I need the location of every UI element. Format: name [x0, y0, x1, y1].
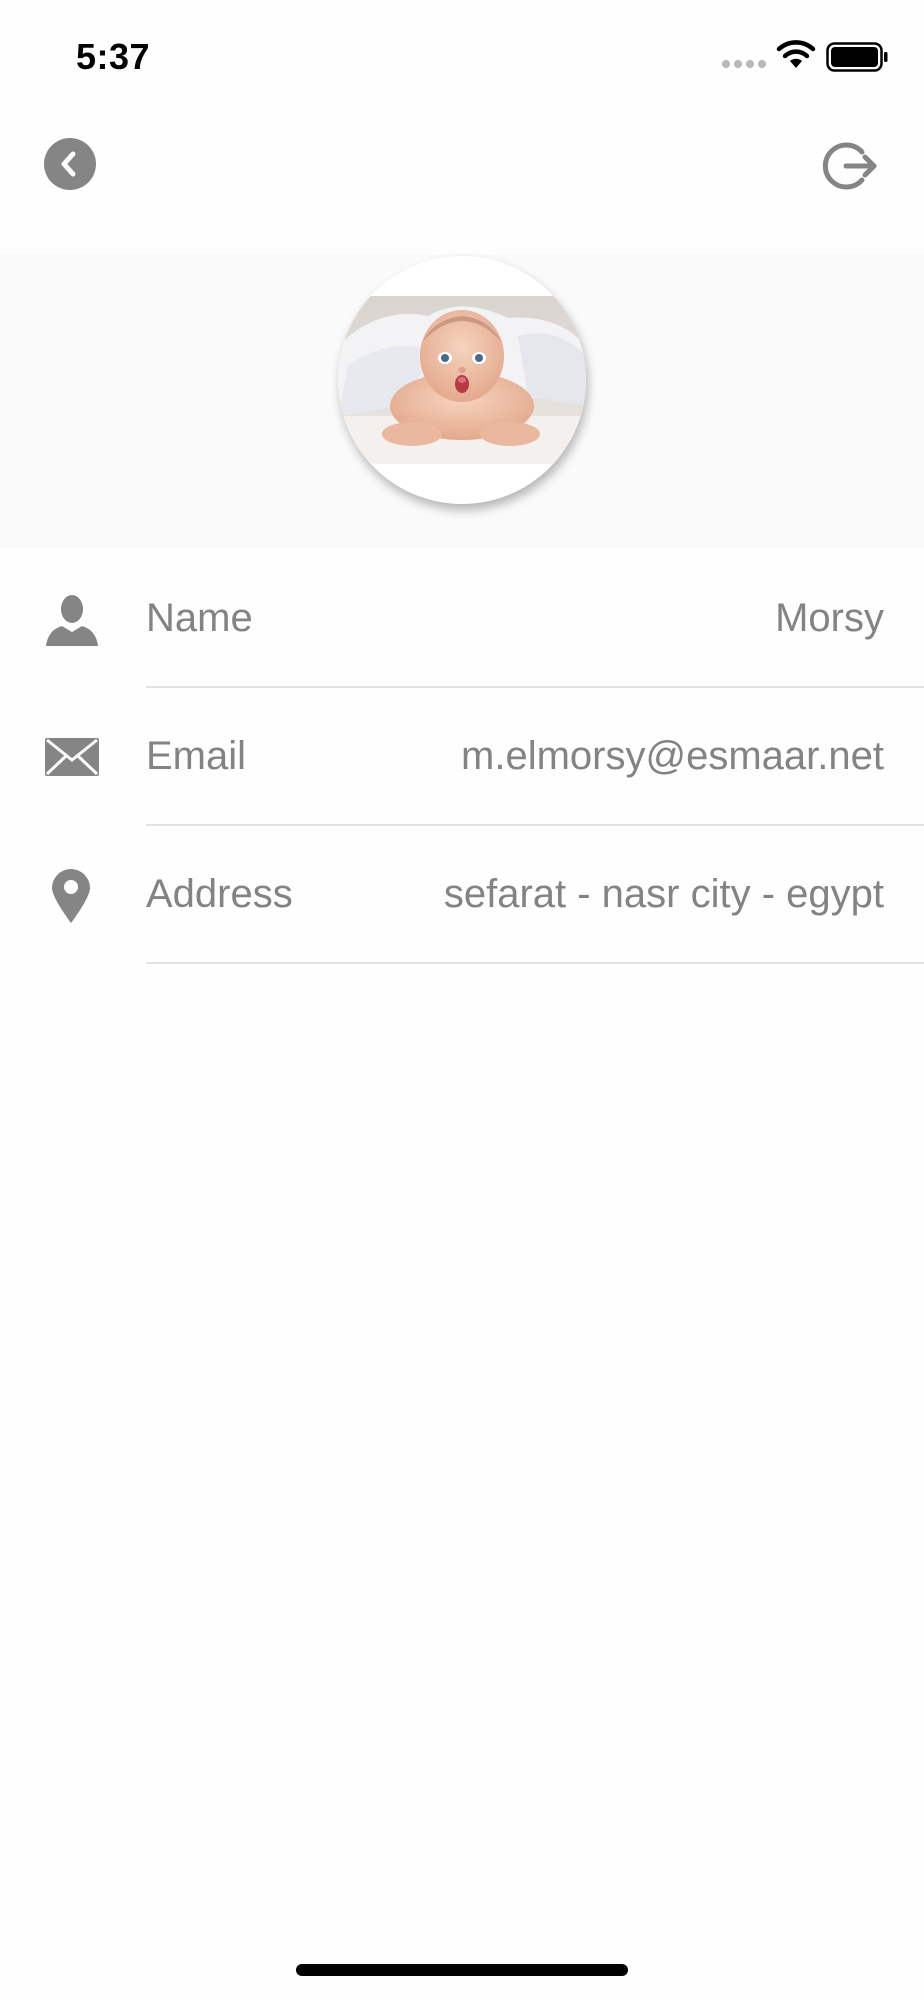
status-time: 5:37	[76, 36, 151, 77]
chevron-left-icon	[61, 151, 76, 177]
location-pin-icon	[52, 869, 90, 923]
home-indicator[interactable]	[296, 1964, 628, 1976]
status-bar: 5:37	[0, 0, 924, 110]
person-icon	[46, 595, 98, 646]
email-label: Email	[146, 734, 247, 778]
address-row[interactable]: Address sefarat - nasr city - egypt	[0, 830, 924, 968]
envelope-icon	[45, 738, 99, 776]
divider	[146, 962, 924, 964]
email-value: m.elmorsy@esmaar.net	[461, 734, 884, 778]
battery-icon	[826, 42, 888, 72]
divider	[146, 686, 924, 688]
name-row[interactable]: Name Morsy	[0, 554, 924, 692]
email-row[interactable]: Email m.elmorsy@esmaar.net	[0, 692, 924, 830]
name-value: Morsy	[775, 596, 884, 640]
avatar[interactable]	[338, 256, 586, 504]
signal-icon	[722, 60, 768, 70]
wifi-icon	[776, 40, 816, 68]
name-label: Name	[146, 596, 253, 640]
divider	[146, 824, 924, 826]
address-label: Address	[146, 872, 293, 916]
address-value: sefarat - nasr city - egypt	[443, 872, 884, 916]
logout-icon[interactable]	[822, 138, 878, 194]
baby-photo	[338, 296, 586, 464]
back-button[interactable]	[44, 138, 96, 190]
